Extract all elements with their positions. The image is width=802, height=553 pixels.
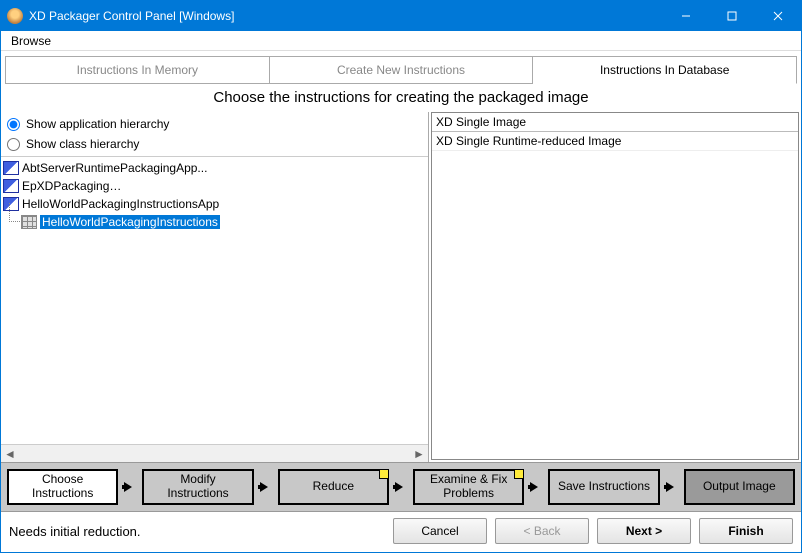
back-button[interactable]: < Back bbox=[495, 518, 589, 544]
maximize-button[interactable] bbox=[709, 1, 755, 31]
tab-instructions-in-memory[interactable]: Instructions In Memory bbox=[5, 56, 270, 84]
instructions-icon bbox=[21, 215, 37, 229]
menubar: Browse bbox=[1, 31, 801, 51]
tree-item[interactable]: AbtServerRuntimePackagingApp... bbox=[3, 159, 426, 177]
close-button[interactable] bbox=[755, 1, 801, 31]
hierarchy-radiogroup: Show application hierarchy Show class hi… bbox=[1, 112, 428, 156]
arrow-icon bbox=[391, 479, 411, 495]
arrow-icon bbox=[662, 479, 682, 495]
left-pane: Show application hierarchy Show class hi… bbox=[1, 112, 429, 462]
titlebar: XD Packager Control Panel [Windows] bbox=[1, 1, 801, 31]
tree-item[interactable]: HelloWorldPackagingInstructionsApp bbox=[3, 195, 426, 213]
list-item[interactable]: XD Single Image bbox=[432, 113, 798, 132]
status-text: Needs initial reduction. bbox=[9, 524, 385, 539]
main-panes: Show application hierarchy Show class hi… bbox=[1, 112, 801, 462]
step-save-instructions[interactable]: Save Instructions bbox=[548, 469, 659, 505]
tree-label: AbtServerRuntimePackagingApp... bbox=[22, 161, 207, 175]
app-icon bbox=[7, 8, 23, 24]
radio-show-class-hierarchy[interactable]: Show class hierarchy bbox=[7, 134, 422, 154]
page-heading: Choose the instructions for creating the… bbox=[1, 83, 801, 112]
tree-item[interactable]: EpXDPackaging… bbox=[3, 177, 426, 195]
step-label: Output Image bbox=[703, 480, 776, 494]
radio-show-application-hierarchy[interactable]: Show application hierarchy bbox=[7, 114, 422, 134]
finish-button[interactable]: Finish bbox=[699, 518, 793, 544]
tab-instructions-in-database[interactable]: Instructions In Database bbox=[533, 56, 797, 84]
menu-browse[interactable]: Browse bbox=[5, 32, 57, 50]
window-title: XD Packager Control Panel [Windows] bbox=[29, 9, 663, 23]
arrow-icon bbox=[120, 479, 140, 495]
cancel-button[interactable]: Cancel bbox=[393, 518, 487, 544]
step-modify-instructions[interactable]: Modify Instructions bbox=[142, 469, 253, 505]
bottom-bar: Needs initial reduction. Cancel < Back N… bbox=[1, 512, 801, 550]
tree-item-selected[interactable]: HelloWorldPackagingInstructions bbox=[21, 213, 426, 231]
tab-create-new-instructions[interactable]: Create New Instructions bbox=[270, 56, 534, 84]
scroll-left-icon[interactable]: ◄ bbox=[1, 445, 19, 462]
hierarchy-tree[interactable]: AbtServerRuntimePackagingApp... EpXDPack… bbox=[1, 156, 428, 444]
wizard-steps: Choose Instructions Modify Instructions … bbox=[1, 462, 801, 512]
arrow-icon bbox=[526, 479, 546, 495]
note-icon bbox=[379, 469, 389, 479]
scroll-track[interactable] bbox=[19, 445, 410, 462]
tree-label: EpXDPackaging… bbox=[22, 179, 121, 193]
tree-label: HelloWorldPackagingInstructionsApp bbox=[22, 197, 219, 211]
next-button[interactable]: Next > bbox=[597, 518, 691, 544]
right-pane: XD Single Image XD Single Runtime-reduce… bbox=[429, 112, 801, 462]
note-icon bbox=[514, 469, 524, 479]
app-icon bbox=[3, 179, 19, 193]
radio-app-label: Show application hierarchy bbox=[26, 117, 169, 131]
step-output-image[interactable]: Output Image bbox=[684, 469, 795, 505]
step-choose-instructions[interactable]: Choose Instructions bbox=[7, 469, 118, 505]
minimize-button[interactable] bbox=[663, 1, 709, 31]
step-label: Modify Instructions bbox=[148, 473, 247, 501]
tree-label: HelloWorldPackagingInstructions bbox=[40, 215, 220, 229]
image-type-list[interactable]: XD Single Image XD Single Runtime-reduce… bbox=[431, 112, 799, 460]
step-label: Examine & Fix Problems bbox=[419, 473, 518, 501]
tabstrip: Instructions In Memory Create New Instru… bbox=[1, 51, 801, 83]
scroll-right-icon[interactable]: ► bbox=[410, 445, 428, 462]
step-label: Save Instructions bbox=[558, 480, 650, 494]
list-item[interactable]: XD Single Runtime-reduced Image bbox=[432, 132, 798, 151]
step-label: Choose Instructions bbox=[13, 473, 112, 501]
horizontal-scrollbar[interactable]: ◄ ► bbox=[1, 444, 428, 462]
step-reduce[interactable]: Reduce bbox=[278, 469, 389, 505]
radio-class-input[interactable] bbox=[7, 138, 20, 151]
step-examine-fix[interactable]: Examine & Fix Problems bbox=[413, 469, 524, 505]
radio-class-label: Show class hierarchy bbox=[26, 137, 139, 151]
step-label: Reduce bbox=[313, 480, 354, 494]
radio-app-input[interactable] bbox=[7, 118, 20, 131]
arrow-icon bbox=[256, 479, 276, 495]
app-icon bbox=[3, 161, 19, 175]
